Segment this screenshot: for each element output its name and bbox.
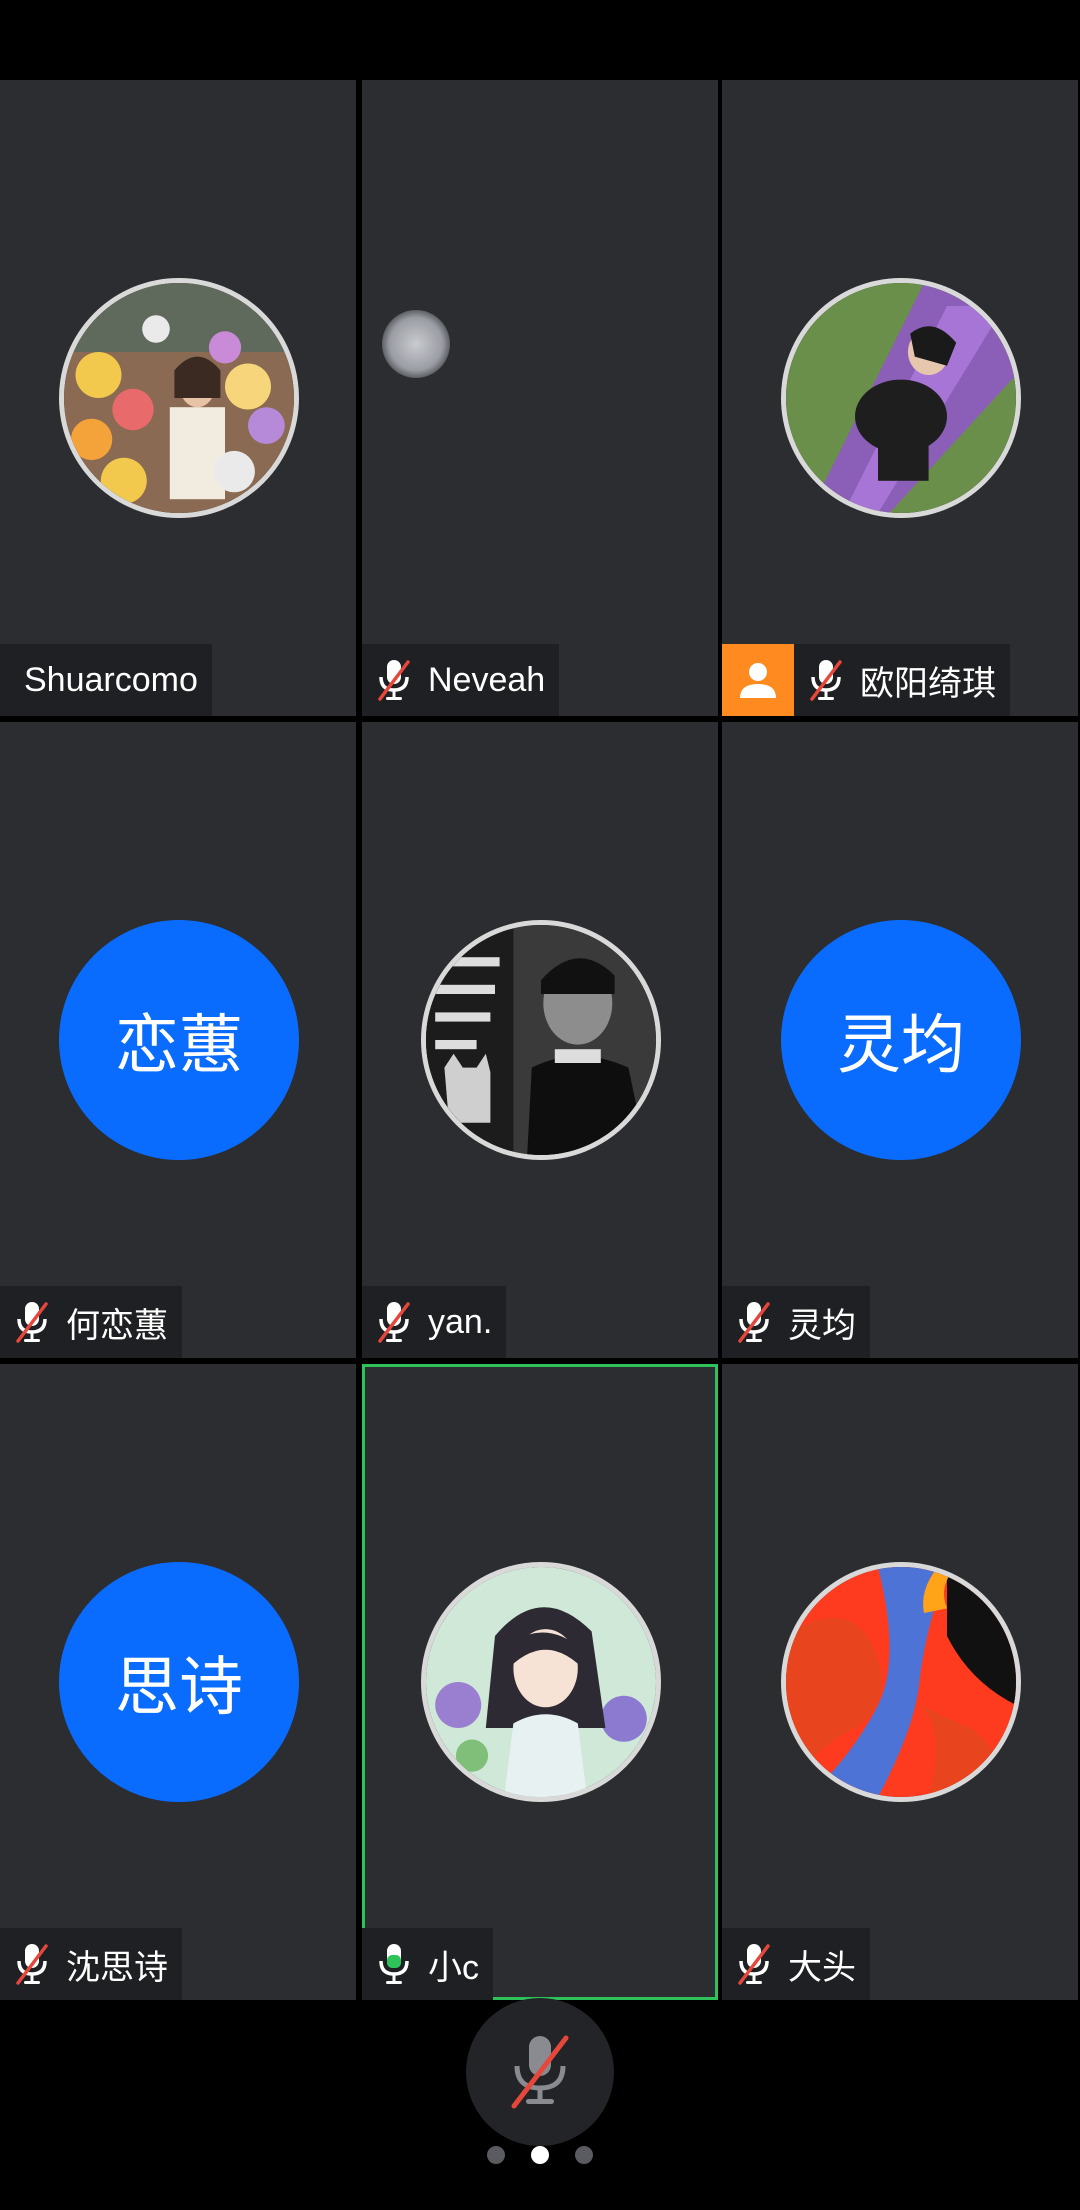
mic-muted-icon [12, 1299, 52, 1345]
participant-tile-lingjun[interactable]: 灵均 灵均 [722, 722, 1078, 1358]
participant-grid: Shuarcomo Neveah 欧阳绮琪 恋蕙 何恋蕙 yan. 灵均 灵均 … [0, 80, 1080, 2000]
name-tag: 小c [362, 1928, 493, 2000]
mic-muted-icon [806, 657, 846, 703]
avatar-shuarcomo [59, 278, 299, 518]
avatar-xiao-c [421, 1562, 661, 1802]
mic-muted-icon [511, 2035, 569, 2109]
name-tag: Neveah [362, 644, 560, 716]
touch-indicator [382, 310, 450, 378]
participant-tile-xiao-c[interactable]: 小c [362, 1364, 718, 2000]
bottom-controls [0, 1998, 1080, 2210]
name-tag: Shuarcomo [0, 644, 212, 716]
person-icon [740, 663, 776, 698]
avatar-ouyang [781, 278, 1021, 518]
participant-name: 灵均 [788, 1306, 856, 1345]
avatar-text: 思诗 [59, 1562, 299, 1802]
mic-muted-icon [374, 657, 414, 703]
participant-name: 欧阳绮琪 [860, 664, 996, 703]
participant-tile-he-lianhui[interactable]: 恋蕙 何恋蕙 [0, 722, 356, 1358]
name-tag: 大头 [722, 1928, 870, 2000]
participant-name: 大头 [788, 1948, 856, 1987]
avatar-yan [421, 920, 661, 1160]
mic-muted-icon [734, 1299, 774, 1345]
name-tag: 欧阳绮琪 [794, 644, 1010, 716]
avatar-text: 灵均 [781, 920, 1021, 1160]
participant-name: Shuarcomo [24, 660, 198, 699]
name-tag: 何恋蕙 [0, 1286, 182, 1358]
mic-active-icon [374, 1941, 414, 1987]
mic-muted-icon [734, 1941, 774, 1987]
mic-muted-icon [374, 1299, 414, 1345]
avatar-datou [781, 1562, 1021, 1802]
participant-tile-datou[interactable]: 大头 [722, 1364, 1078, 2000]
name-tag: 灵均 [722, 1286, 870, 1358]
page-dot[interactable] [487, 2146, 505, 2164]
participant-name: yan. [428, 1302, 493, 1341]
participant-name: 何恋蕙 [66, 1306, 168, 1345]
host-badge [722, 644, 794, 716]
participant-name: 小c [428, 1948, 479, 1987]
page-dot[interactable] [575, 2146, 593, 2164]
participant-name: 沈思诗 [66, 1948, 168, 1987]
participant-name: Neveah [428, 660, 546, 699]
participant-tile-neveah[interactable]: Neveah [362, 80, 718, 716]
page-indicator [0, 2146, 1080, 2164]
participant-tile-ouyang[interactable]: 欧阳绮琪 [722, 80, 1078, 716]
mic-muted-icon [12, 1941, 52, 1987]
participant-tile-shuarcomo[interactable]: Shuarcomo [0, 80, 356, 716]
name-tag: 沈思诗 [0, 1928, 182, 2000]
participant-tile-shen-sishi[interactable]: 思诗 沈思诗 [0, 1364, 356, 2000]
page-dot-current[interactable] [531, 2146, 549, 2164]
avatar-text: 恋蕙 [59, 920, 299, 1160]
mute-toggle-button[interactable] [466, 1998, 614, 2146]
status-bar [0, 0, 1080, 80]
participant-tile-yan[interactable]: yan. [362, 722, 718, 1358]
name-tag: yan. [362, 1286, 507, 1358]
